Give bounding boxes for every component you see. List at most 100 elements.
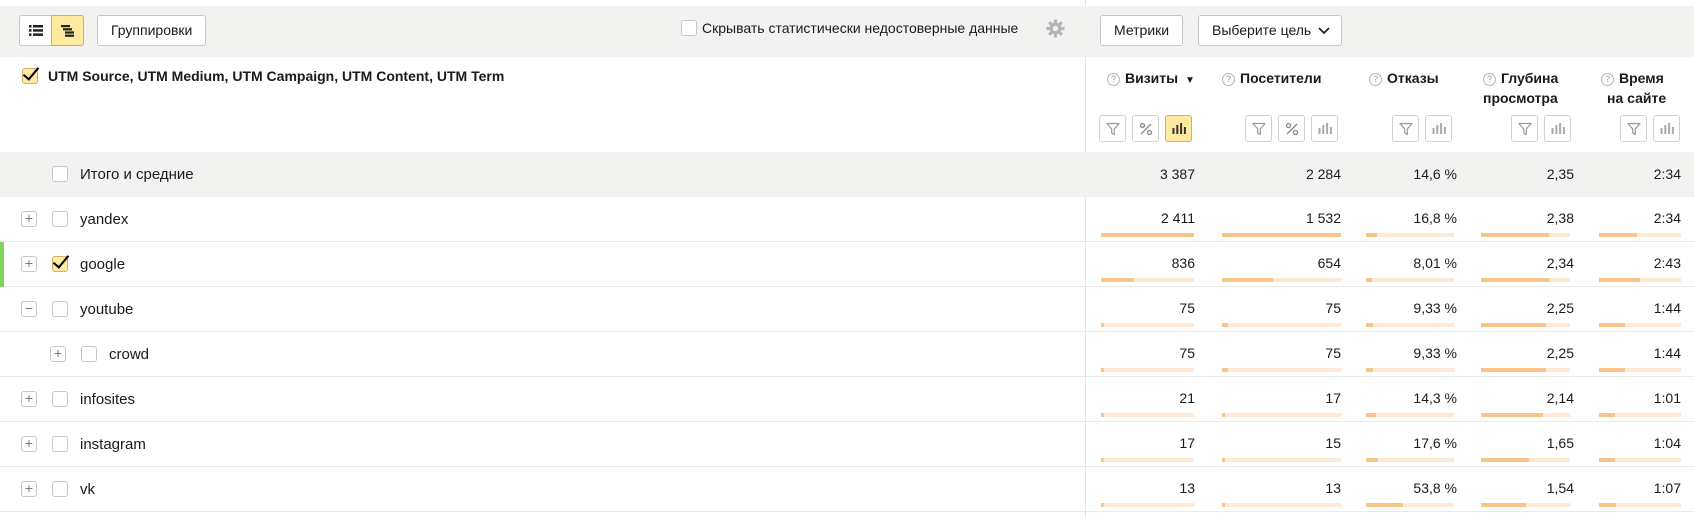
visitors-chart-button[interactable] <box>1311 115 1338 142</box>
bar-track-visitors <box>1222 413 1341 417</box>
total-time: 2:34 <box>1653 166 1681 182</box>
bar-track-time <box>1599 458 1681 462</box>
expand-button[interactable]: + <box>21 391 37 407</box>
table-row[interactable]: + google 836 654 8,01 % 2,34 2:43 <box>0 242 1694 287</box>
chevron-down-icon <box>1318 27 1330 35</box>
question-icon[interactable]: ? <box>1601 73 1614 86</box>
column-header-visitors[interactable]: ? Посетители <box>1222 68 1321 88</box>
bar-track-bounce <box>1366 458 1454 462</box>
bar-fill-visitors <box>1222 233 1341 237</box>
expand-button[interactable]: + <box>50 346 66 362</box>
table-row[interactable]: + infosites 21 17 14,3 % 2,14 1:01 <box>0 377 1694 422</box>
column-header-visits[interactable]: ? Визиты ▼ <box>1107 68 1195 91</box>
visitors-filter-button[interactable] <box>1245 115 1272 142</box>
bar-track-visits <box>1101 323 1194 327</box>
bar-track-visitors <box>1222 323 1341 327</box>
bar-fill-depth <box>1481 503 1526 507</box>
expand-button[interactable]: + <box>21 436 37 452</box>
collapse-button[interactable]: − <box>21 301 37 317</box>
metrics-button[interactable]: Метрики <box>1100 15 1184 46</box>
bar-track-visitors <box>1222 233 1341 237</box>
column-header-depth[interactable]: ? Глубина просмотра <box>1483 68 1558 108</box>
bar-fill-depth <box>1481 278 1549 282</box>
depth-filter-button[interactable] <box>1511 115 1538 142</box>
bar-track-depth <box>1481 413 1570 417</box>
time-filter-button[interactable] <box>1620 115 1647 142</box>
tree-view-button[interactable] <box>51 15 84 46</box>
gear-icon[interactable] <box>1046 19 1065 38</box>
hide-unreliable-toggle[interactable]: Скрывать статистически недостоверные дан… <box>681 20 1018 36</box>
question-icon[interactable]: ? <box>1222 73 1235 86</box>
select-all-checkbox[interactable] <box>22 68 38 84</box>
total-checkbox[interactable] <box>52 166 68 182</box>
table-row[interactable]: + instagram 17 15 17,6 % 1,65 1:04 <box>0 422 1694 467</box>
time-chart-button[interactable] <box>1653 115 1680 142</box>
visits-chart-button[interactable] <box>1165 115 1192 142</box>
row-label: instagram <box>80 436 146 453</box>
bar-track-visits <box>1101 233 1194 237</box>
bar-track-depth <box>1481 368 1570 372</box>
visitors-pct-button[interactable] <box>1278 115 1305 142</box>
total-row: Итого и средние 3 387 2 284 14,6 % 2,35 … <box>0 152 1694 197</box>
bar-chart-icon <box>1660 122 1674 135</box>
row-checkbox[interactable] <box>52 391 68 407</box>
visits-filter-button[interactable] <box>1099 115 1126 142</box>
bar-fill-time <box>1599 503 1616 507</box>
percent-icon <box>1139 122 1153 136</box>
question-icon[interactable]: ? <box>1107 73 1120 86</box>
bar-fill-time <box>1599 413 1615 417</box>
bar-fill-visits <box>1101 458 1104 462</box>
expand-button[interactable]: + <box>21 256 37 272</box>
bar-track-bounce <box>1366 233 1454 237</box>
table-row[interactable]: + crowd 75 75 9,33 % 2,25 1:44 <box>0 332 1694 377</box>
column-header-time[interactable]: ? Время на сайте <box>1601 68 1666 108</box>
row-checkbox[interactable] <box>52 436 68 452</box>
row-checkbox[interactable] <box>52 481 68 497</box>
groupings-button[interactable]: Группировки <box>97 15 207 46</box>
column-title-depth-line1: Глубина <box>1501 70 1559 86</box>
bar-chart-icon <box>1551 122 1565 135</box>
bar-fill-visits <box>1101 323 1104 327</box>
bar-track-time <box>1599 278 1681 282</box>
bar-fill-visitors <box>1222 323 1228 327</box>
dimensions-header[interactable]: UTM Source, UTM Medium, UTM Campaign, UT… <box>22 68 504 84</box>
bounce-filter-button[interactable] <box>1392 115 1419 142</box>
bar-fill-time <box>1599 278 1640 282</box>
bar-fill-visitors <box>1222 458 1225 462</box>
bar-track-time <box>1599 368 1681 372</box>
column-title-visitors: Посетители <box>1240 70 1322 86</box>
column-header-bounce[interactable]: ? Отказы <box>1369 68 1439 88</box>
goal-select[interactable]: Выберите цель <box>1198 15 1343 46</box>
depth-chart-button[interactable] <box>1544 115 1571 142</box>
bar-chart-icon <box>1172 122 1186 135</box>
bar-track-visitors <box>1222 368 1341 372</box>
row-checkbox[interactable] <box>52 301 68 317</box>
row-checkbox[interactable] <box>52 256 68 272</box>
table-row[interactable]: − youtube 75 75 9,33 % 2,25 1:44 <box>0 287 1694 332</box>
list-view-button[interactable] <box>19 15 52 46</box>
table-row[interactable]: + yandex 2 411 1 532 16,8 % 2,38 2:34 <box>0 197 1694 242</box>
total-visitors: 2 284 <box>1305 166 1341 182</box>
column-title-visits: Визиты <box>1125 70 1179 86</box>
dimensions-label: UTM Source, UTM Medium, UTM Campaign, UT… <box>48 68 505 84</box>
hide-unreliable-checkbox[interactable] <box>681 20 697 36</box>
visits-pct-button[interactable] <box>1132 115 1159 142</box>
bar-track-bounce <box>1366 278 1454 282</box>
expand-button[interactable]: + <box>21 211 37 227</box>
expand-button[interactable]: + <box>21 481 37 497</box>
row-checkbox[interactable] <box>81 346 97 362</box>
total-label: Итого и средние <box>80 166 194 183</box>
table-row[interactable]: + vk 13 13 53,8 % 1,54 1:07 <box>0 467 1694 512</box>
total-visits: 3 387 <box>1159 166 1195 182</box>
bar-chart-icon <box>1318 122 1332 135</box>
bar-fill-visits <box>1101 368 1104 372</box>
row-checkbox[interactable] <box>52 211 68 227</box>
bar-track-time <box>1599 413 1681 417</box>
bounce-chart-button[interactable] <box>1425 115 1452 142</box>
question-icon[interactable]: ? <box>1369 73 1382 86</box>
bar-track-visits <box>1101 458 1194 462</box>
question-icon[interactable]: ? <box>1483 73 1496 86</box>
report-toolbar: Группировки Скрывать статистически недос… <box>0 6 1694 57</box>
bar-track-visits <box>1101 278 1194 282</box>
bar-track-visitors <box>1222 278 1341 282</box>
